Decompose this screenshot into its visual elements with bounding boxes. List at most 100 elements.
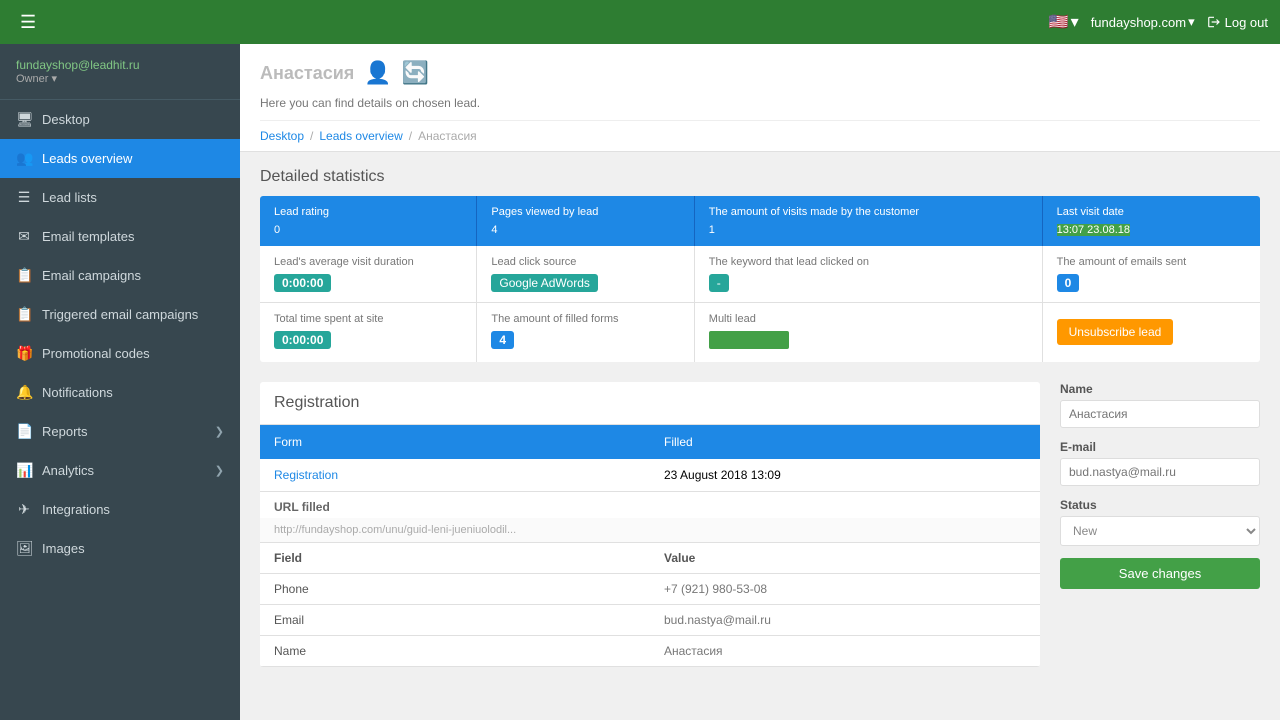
last-visit-badge: 13:07 23.08.18 [1057, 224, 1130, 236]
click-source-value: Google AdWords [491, 274, 598, 292]
lead-name: Анастасия [260, 63, 354, 84]
breadcrumb-desktop[interactable]: Desktop [260, 129, 304, 143]
avg-visit-value: 0:00:00 [274, 274, 331, 292]
name-input[interactable] [1060, 400, 1260, 428]
name-form-group: Name [1060, 382, 1260, 428]
breadcrumb-leads-overview[interactable]: Leads overview [319, 129, 402, 143]
sidebar-item-label: Leads overview [42, 151, 132, 166]
sidebar-item-email-campaigns[interactable]: 📋 Email campaigns [0, 256, 240, 295]
menu-toggle-button[interactable]: ☰ [12, 8, 44, 37]
avg-visit-duration-cell: Lead's average visit duration 0:00:00 [260, 246, 477, 302]
sidebar-item-images[interactable]: 🖼 Images [0, 529, 240, 568]
list-icon: ☰ [16, 189, 32, 206]
url-value: http://fundayshop.com/unu/guid-leni-juen… [260, 518, 1040, 543]
name-label: Name [1060, 382, 1260, 396]
detailed-stats-grid: Lead rating 0 Pages viewed by lead 4 The… [260, 196, 1260, 362]
emails-sent-label: The amount of emails sent [1057, 256, 1246, 268]
desktop-icon: 🖥 [16, 111, 32, 128]
sidebar-item-label: Images [42, 541, 85, 556]
language-selector[interactable]: 🇺🇸 ▾ [1049, 12, 1079, 32]
campaigns-icon: 📋 [16, 267, 32, 284]
stats-header-label: The amount of visits made by the custome… [709, 206, 1028, 218]
registration-table-header: Form Filled [260, 425, 1040, 459]
status-label: Status [1060, 498, 1260, 512]
user-role[interactable]: Owner ▾ [16, 72, 224, 85]
page-subtitle: Here you can find details on chosen lead… [260, 96, 1260, 120]
reports-icon: 📄 [16, 423, 32, 440]
breadcrumb-sep2: / [409, 129, 412, 143]
emails-sent-cell: The amount of emails sent 0 [1043, 246, 1260, 302]
filled-forms-value: 4 [491, 331, 514, 349]
stats-header-label: Pages viewed by lead [491, 206, 679, 218]
domain-chevron-icon: ▾ [1188, 14, 1195, 30]
sidebar-user: fundayshop@leadhit.ru Owner ▾ [0, 44, 240, 100]
page-header-top: Анастасия 👤 🔄 [260, 60, 1260, 96]
page-header: Анастасия 👤 🔄 Here you can find details … [240, 44, 1280, 152]
sidebar-item-desktop[interactable]: 🖥 Desktop [0, 100, 240, 139]
email-input[interactable] [1060, 458, 1260, 486]
sidebar-item-email-templates[interactable]: ✉ Email templates [0, 217, 240, 256]
field-row-phone: Phone +7 (921) 980-53-08 [260, 574, 1040, 605]
click-source-cell: Lead click source Google AdWords [477, 246, 694, 302]
total-time-value: 0:00:00 [274, 331, 331, 349]
leads-icon: 👥 [16, 150, 32, 167]
images-icon: 🖼 [16, 540, 32, 557]
url-label: URL filled [260, 492, 1040, 518]
stats-header-pages-viewed: Pages viewed by lead 4 [477, 196, 694, 246]
registration-title: Registration [260, 382, 1040, 425]
multi-lead-cell: Multi lead [695, 303, 1043, 362]
sidebar-item-label: Triggered email campaigns [42, 307, 198, 322]
email-field-value: bud.nastya@mail.ru [650, 605, 1040, 635]
filled-forms-label: The amount of filled forms [491, 313, 679, 325]
logout-label: Log out [1225, 15, 1268, 30]
sidebar-item-promotional-codes[interactable]: 🎁 Promotional codes [0, 334, 240, 373]
promo-icon: 🎁 [16, 345, 32, 362]
total-time-cell: Total time spent at site 0:00:00 [260, 303, 477, 362]
sidebar-item-label: Integrations [42, 502, 110, 517]
stats-header-last-visit: Last visit date 13:07 23.08.18 [1043, 196, 1260, 246]
sidebar-item-integrations[interactable]: ✈ Integrations [0, 490, 240, 529]
visits-badge: 1 [709, 224, 715, 236]
domain-label: fundayshop.com [1091, 15, 1186, 30]
multi-lead-bar [709, 331, 789, 349]
sidebar-item-notifications[interactable]: 🔔 Notifications [0, 373, 240, 412]
save-changes-button[interactable]: Save changes [1060, 558, 1260, 589]
topbar-right: 🇺🇸 ▾ fundayshop.com ▾ Log out [1049, 12, 1268, 32]
domain-selector[interactable]: fundayshop.com ▾ [1091, 14, 1195, 30]
unsubscribe-button[interactable]: Unsubscribe lead [1057, 319, 1174, 345]
form-name-link[interactable]: Registration [274, 468, 338, 482]
sidebar-item-label: Reports [42, 424, 88, 439]
stats-data-row-2: Total time spent at site 0:00:00 The amo… [260, 303, 1260, 362]
flag-chevron-icon: ▾ [1071, 12, 1079, 32]
sidebar-item-triggered-email[interactable]: 📋 Triggered email campaigns [0, 295, 240, 334]
main-body: Detailed statistics Lead rating 0 Pages … [240, 152, 1280, 683]
field-row-name: Name Анастасия [260, 636, 1040, 667]
sidebar: fundayshop@leadhit.ru Owner ▾ 🖥 Desktop … [0, 44, 240, 720]
avg-visit-label: Lead's average visit duration [274, 256, 462, 268]
keyword-label: The keyword that lead clicked on [709, 256, 1028, 268]
sidebar-item-reports[interactable]: 📄 Reports ❯ [0, 412, 240, 451]
analytics-chevron-icon: ❯ [215, 464, 224, 477]
logout-button[interactable]: Log out [1207, 15, 1268, 30]
keyword-value: - [709, 274, 729, 292]
phone-field-value: +7 (921) 980-53-08 [650, 574, 1040, 604]
name-field-label: Name [260, 636, 650, 666]
registration-panel: Registration Form Filled Registration 23… [260, 382, 1040, 667]
stats-header-row: Lead rating 0 Pages viewed by lead 4 The… [260, 196, 1260, 246]
flag-icon: 🇺🇸 [1049, 12, 1069, 32]
lead-rating-badge: 0 [274, 224, 280, 236]
click-source-label: Lead click source [491, 256, 679, 268]
sidebar-item-lead-lists[interactable]: ☰ Lead lists [0, 178, 240, 217]
status-form-group: Status New Contacted Qualified Lost [1060, 498, 1260, 546]
side-form: Name E-mail Status New Contacted Qualifi… [1060, 382, 1260, 667]
integrations-icon: ✈ [16, 501, 32, 518]
sidebar-item-leads-overview[interactable]: 👥 Leads overview [0, 139, 240, 178]
total-time-label: Total time spent at site [274, 313, 462, 325]
email-label: E-mail [1060, 440, 1260, 454]
refresh-icon[interactable]: 🔄 [402, 60, 429, 86]
user-email: fundayshop@leadhit.ru [16, 58, 224, 72]
breadcrumb: Desktop / Leads overview / Анастасия [260, 120, 1260, 151]
sidebar-item-analytics[interactable]: 📊 Analytics ❯ [0, 451, 240, 490]
name-field-value: Анастасия [650, 636, 1040, 666]
status-select[interactable]: New Contacted Qualified Lost [1060, 516, 1260, 546]
